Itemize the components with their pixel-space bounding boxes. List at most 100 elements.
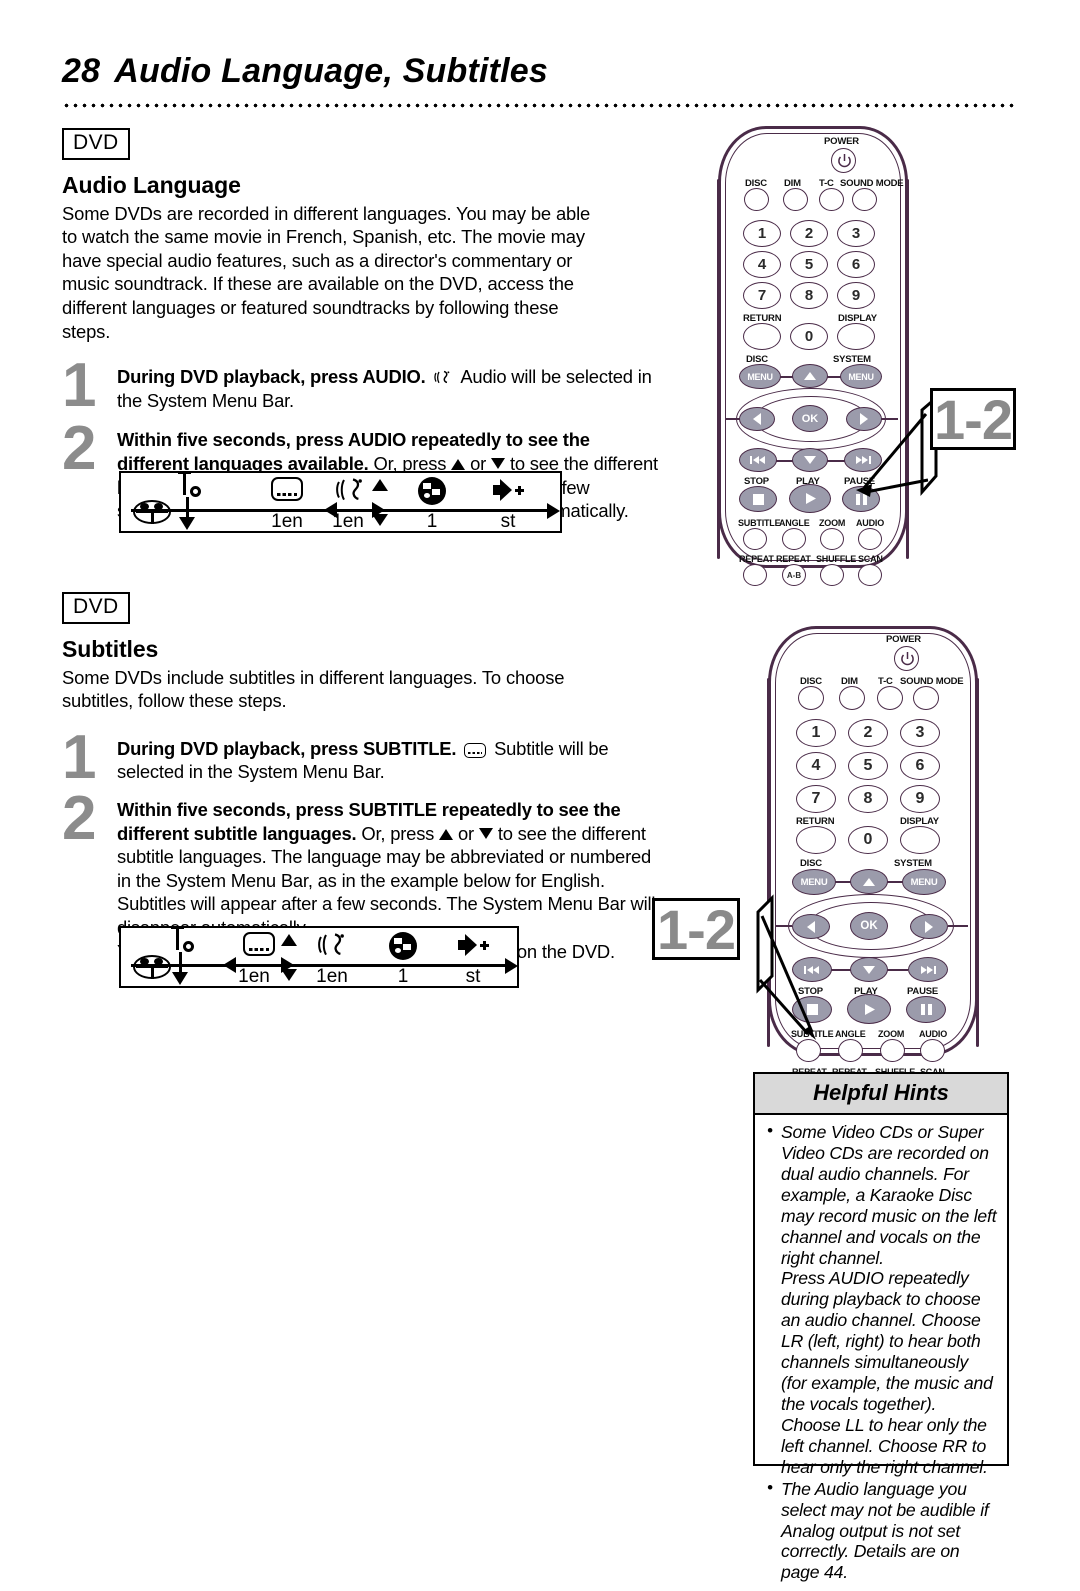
sound-mode-button[interactable] [913,686,939,710]
subtitle-step-1: 1 During DVD playback, press SUBTITLE. S… [62,726,662,788]
bullet-icon: • [767,1477,773,1497]
return-button[interactable] [743,323,781,350]
down-arrow-icon [478,827,493,839]
subtitle-step-2-rest-a: Or, press [361,822,435,844]
callout-audio: 1-2 [930,388,1016,451]
tc-button[interactable] [877,686,903,710]
sound-mode-button[interactable] [852,188,877,211]
hint-item-2: • The Audio language you select may not … [765,1477,997,1584]
nav-up-button[interactable] [792,364,828,388]
zoom-button[interactable] [820,528,844,550]
up-arrow-icon [439,828,454,840]
menu-bar-line-arrow [547,503,560,519]
audio-icon [335,477,369,503]
subtitle-step-2-rest-b: or [458,822,474,844]
disc-icon [133,497,171,527]
angle-value: 1 [426,511,438,532]
shuffle-button[interactable] [820,564,844,586]
helpful-hints-title: Helpful Hints [755,1074,1007,1115]
remote-side-left [717,179,720,560]
ok-button[interactable]: OK [792,405,828,432]
scan-button[interactable] [858,564,882,586]
key-4[interactable]: 4 [796,752,836,780]
key-3[interactable]: 3 [837,220,875,247]
previous-button[interactable] [739,448,777,472]
selection-up-arrow [372,479,388,491]
subtitle-icon [271,477,303,501]
key-9[interactable]: 9 [837,282,875,309]
pause-button[interactable] [906,996,946,1023]
key-9[interactable]: 9 [900,785,940,813]
key-8[interactable]: 8 [790,282,828,309]
angle-button[interactable] [782,528,806,550]
sound-icon [492,477,524,503]
return-button[interactable] [796,826,836,854]
subtitle-value: 1en [271,511,303,532]
next-button[interactable] [908,957,948,982]
sound-mode-label: SOUND MODE [900,676,964,687]
display-button[interactable] [837,323,875,350]
angle-icon [418,477,446,505]
zoom-label: ZOOM [878,1029,905,1039]
subtitle-icon [243,932,275,956]
key-7[interactable]: 7 [796,785,836,813]
audio-icon [317,932,351,958]
hint-item-1-continuation: Press AUDIO repeatedly during playback t… [781,1268,993,1477]
subtitle-button[interactable] [743,528,767,550]
dim-button[interactable] [783,188,808,211]
power-label: POWER [886,634,921,645]
key-1[interactable]: 1 [796,719,836,747]
power-button[interactable] [894,646,919,671]
stop-button[interactable] [739,486,777,512]
nav-connector [948,925,968,927]
key-7[interactable]: 7 [743,282,781,309]
power-button[interactable] [831,148,856,173]
page-title-text: Audio Language, Subtitles [114,52,549,90]
zoom-button[interactable] [880,1039,905,1062]
system-menu-button[interactable]: MENU [902,869,946,895]
audio-value: 1en [316,966,348,987]
key-4[interactable]: 4 [743,251,781,278]
key-6[interactable]: 6 [900,752,940,780]
audio-language-intro: Some DVDs are recorded in different lang… [62,202,591,342]
tools-icon [176,471,206,501]
subtitle-value: 1en [238,966,270,987]
audio-button[interactable] [920,1039,945,1062]
audio-label: AUDIO [856,518,884,528]
hint-item-1: • Some Video CDs or Super Video CDs are … [765,1121,997,1268]
tools-icon [169,926,199,956]
subtitle-label: SUBTITLE [738,518,781,528]
key-0[interactable]: 0 [848,826,888,854]
key-8[interactable]: 8 [848,785,888,813]
key-2[interactable]: 2 [790,220,828,247]
repeat-ab-button[interactable]: A-B [782,564,806,586]
remote-side-right [976,677,979,1048]
audio-value: 1en [332,511,364,532]
key-6[interactable]: 6 [837,251,875,278]
key-0[interactable]: 0 [790,323,828,350]
nav-right-button[interactable] [910,914,948,939]
dim-button[interactable] [839,686,865,710]
sound-value: st [465,966,481,987]
key-1[interactable]: 1 [743,220,781,247]
play-button[interactable] [789,484,831,513]
dvd-badge-subtitles: DVD [62,592,130,624]
key-5[interactable]: 5 [790,251,828,278]
key-2[interactable]: 2 [848,719,888,747]
disc-button[interactable] [798,686,824,710]
nav-down-button[interactable] [792,448,828,472]
audio-button[interactable] [858,528,882,550]
disc-menu-button[interactable]: MENU [739,364,781,389]
tc-button[interactable] [819,188,844,211]
key-3[interactable]: 3 [900,719,940,747]
key-5[interactable]: 5 [848,752,888,780]
shuffle-label: SHUFFLE [816,554,857,564]
audio-menu-bar: 1en 1en 1 st [119,471,562,533]
display-button[interactable] [900,826,940,854]
nav-left-button[interactable] [739,407,775,431]
repeat-button[interactable] [743,564,767,586]
sound-value: st [500,511,516,532]
hint-item-2-text: The Audio language you select may not be… [781,1478,989,1583]
disc-button[interactable] [744,188,769,211]
dvd-badge-audio: DVD [62,128,130,160]
